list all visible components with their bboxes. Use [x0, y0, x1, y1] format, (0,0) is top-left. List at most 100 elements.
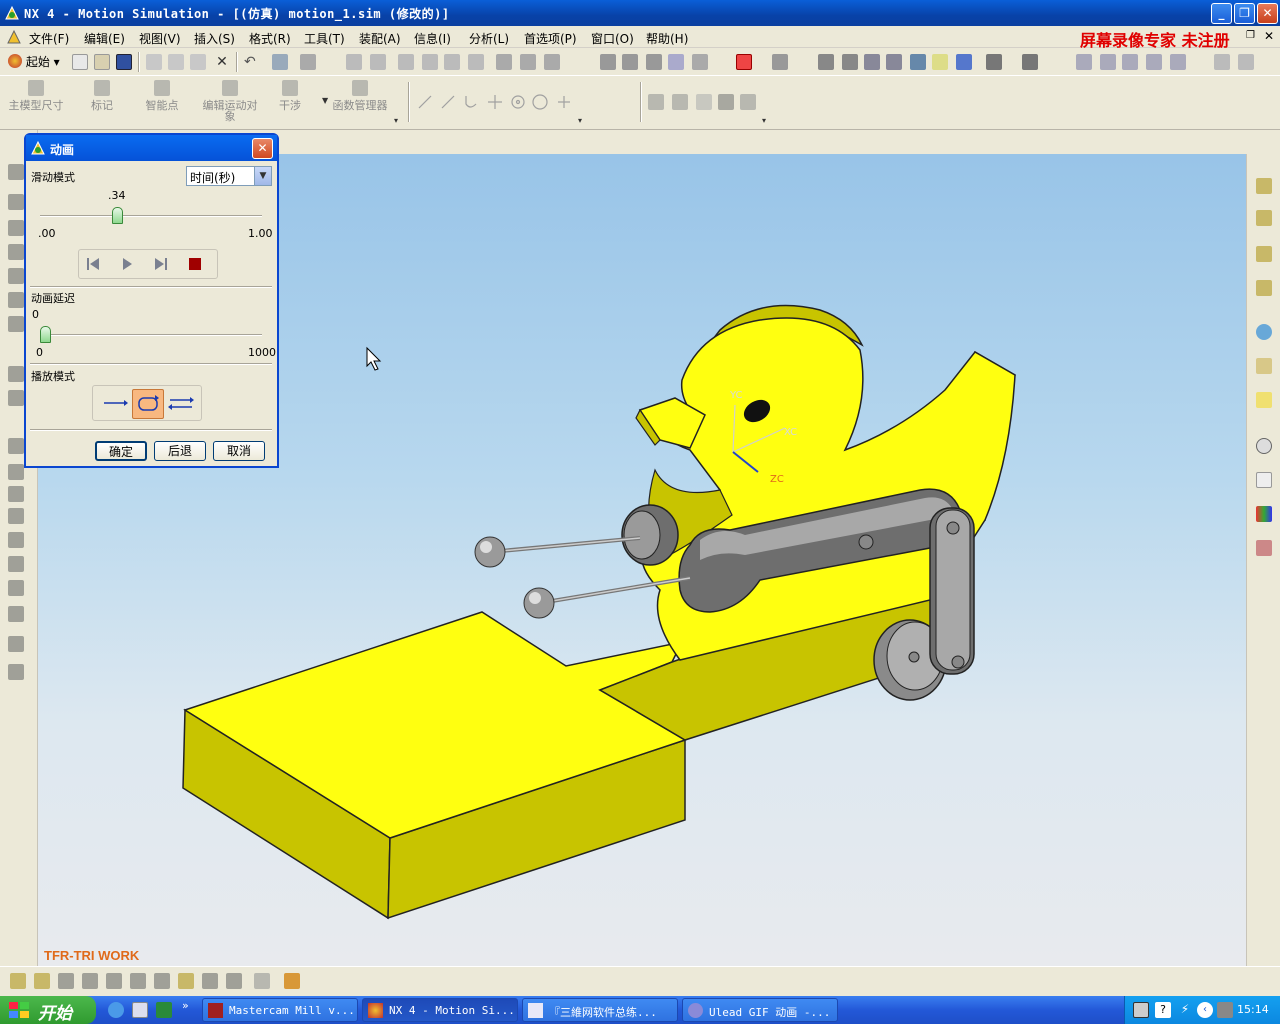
surface-tool-1-icon[interactable] [648, 94, 664, 110]
view-tool-6-icon[interactable] [772, 54, 788, 70]
doc-restore-icon[interactable]: ❐ [1246, 30, 1255, 41]
dialog-close-button[interactable]: ✕ [252, 138, 273, 159]
clock-icon[interactable] [1256, 438, 1272, 454]
render-style-icon[interactable] [986, 54, 1002, 70]
roles-icon[interactable] [1256, 540, 1272, 556]
motion-tool-4-icon[interactable] [422, 54, 438, 70]
curve-options-icon[interactable]: ▾ [578, 116, 582, 125]
time-slider-thumb[interactable] [111, 207, 123, 224]
bottom-tool-11-icon[interactable] [254, 973, 270, 989]
left-tool-16-icon[interactable] [8, 580, 24, 596]
display-mode-icon[interactable] [1022, 54, 1038, 70]
bottom-tool-7-icon[interactable] [154, 973, 170, 989]
assembly-navigator-icon[interactable] [1256, 178, 1272, 194]
play-once-button[interactable] [100, 389, 130, 417]
layer-tool-2-icon[interactable] [1238, 54, 1254, 70]
zoom-box-icon[interactable] [842, 54, 858, 70]
delete-icon[interactable]: ✕ [214, 54, 230, 70]
bottom-tool-2-icon[interactable] [34, 973, 50, 989]
bottom-tool-9-icon[interactable] [202, 973, 218, 989]
palette-icon[interactable] [1256, 506, 1272, 522]
left-tool-4-icon[interactable] [8, 244, 24, 260]
save-icon[interactable] [116, 54, 132, 70]
left-tool-14-icon[interactable] [8, 532, 24, 548]
cut-icon[interactable] [146, 54, 162, 70]
ie-icon[interactable] [108, 1002, 124, 1018]
left-tool-17-icon[interactable] [8, 606, 24, 622]
ping-pong-button[interactable] [166, 389, 196, 417]
left-tool-12-icon[interactable] [8, 486, 24, 502]
menu-tools[interactable]: 工具(T) [304, 30, 345, 47]
app-menu-icon[interactable] [6, 29, 22, 45]
menu-assembly[interactable]: 装配(A) [359, 30, 401, 47]
step-back-button[interactable] [80, 251, 106, 277]
left-tool-19-icon[interactable] [8, 664, 24, 680]
info-window-icon[interactable] [1256, 472, 1272, 488]
network-icon[interactable]: ⚡ [1177, 1002, 1193, 1018]
bottom-tool-10-icon[interactable] [226, 973, 242, 989]
bottom-tool-12-icon[interactable] [284, 973, 300, 989]
view-tool-3-icon[interactable] [646, 54, 662, 70]
restore-button[interactable]: ❐ [1234, 3, 1255, 24]
interference-button[interactable]: 干涉 [268, 100, 312, 111]
new-file-icon[interactable] [72, 54, 88, 70]
smart-point-button[interactable]: 智能点 [138, 100, 186, 111]
menu-view[interactable]: 视图(V) [139, 30, 181, 47]
menu-window[interactable]: 窗口(O) [591, 30, 634, 47]
cancel-button[interactable]: 取消 [213, 441, 265, 461]
left-tool-1-icon[interactable] [8, 164, 24, 180]
time-slider-track[interactable] [40, 215, 262, 217]
analysis-tool-3-icon[interactable] [1122, 54, 1138, 70]
pan-icon[interactable] [932, 54, 948, 70]
play-button[interactable] [114, 251, 140, 277]
menu-analysis[interactable]: 分析(L) [469, 30, 509, 47]
select-filter-icon[interactable] [300, 54, 316, 70]
keyboard-icon[interactable] [1133, 1002, 1149, 1018]
menu-format[interactable]: 格式(R) [249, 30, 291, 47]
ok-button[interactable]: 确定 [95, 441, 147, 461]
bottom-tool-3-icon[interactable] [58, 973, 74, 989]
motion-tool-1-icon[interactable] [346, 54, 362, 70]
left-tool-9-icon[interactable] [8, 390, 24, 406]
doc-close-icon[interactable]: ✕ [1264, 29, 1274, 43]
stop-button[interactable] [182, 251, 208, 277]
tray-expand-icon[interactable]: ‹ [1197, 1002, 1213, 1018]
toolbar-options-icon[interactable]: ▾ [394, 116, 398, 125]
motion-tool-2-icon[interactable] [370, 54, 386, 70]
left-tool-18-icon[interactable] [8, 636, 24, 652]
step-forward-button[interactable] [148, 251, 174, 277]
view-tool-5-icon[interactable] [692, 54, 708, 70]
slide-mode-select[interactable]: 时间(秒) ▼ [186, 166, 272, 186]
bottom-tool-6-icon[interactable] [130, 973, 146, 989]
excel-icon[interactable] [156, 1002, 172, 1018]
left-tool-7-icon[interactable] [8, 316, 24, 332]
task-ulead[interactable]: Ulead GIF 动画 -... [682, 998, 838, 1022]
motion-tool-6-icon[interactable] [468, 54, 484, 70]
undo-icon[interactable]: ↶ [244, 54, 260, 70]
bottom-tool-8-icon[interactable] [178, 973, 194, 989]
part-navigator-icon[interactable] [1256, 210, 1272, 226]
menu-preferences[interactable]: 首选项(P) [524, 30, 577, 47]
menu-help[interactable]: 帮助(H) [646, 30, 688, 47]
motion-tool-9-icon[interactable] [544, 54, 560, 70]
loop-button[interactable] [132, 389, 164, 419]
start-dropdown[interactable]: 起始 ▾ [8, 53, 68, 71]
rotate-icon[interactable] [910, 54, 926, 70]
close-button[interactable]: ✕ [1257, 3, 1278, 24]
view-tool-1-icon[interactable] [600, 54, 616, 70]
surface-options-icon[interactable]: ▾ [762, 116, 766, 125]
repeat-icon[interactable] [272, 54, 288, 70]
motion-tool-8-icon[interactable] [520, 54, 536, 70]
view-tool-4-icon[interactable] [668, 54, 684, 70]
orient-view-icon[interactable] [956, 54, 972, 70]
surface-tool-4-icon[interactable] [718, 94, 734, 110]
motion-tool-3-icon[interactable] [398, 54, 414, 70]
master-model-dim-button[interactable]: 主模型尺寸 [8, 100, 64, 111]
left-tool-11-icon[interactable] [8, 464, 24, 480]
left-tool-6-icon[interactable] [8, 292, 24, 308]
analysis-tool-2-icon[interactable] [1100, 54, 1116, 70]
surface-tool-5-icon[interactable] [740, 94, 756, 110]
left-tool-3-icon[interactable] [8, 220, 24, 236]
layer-tool-icon[interactable] [1214, 54, 1230, 70]
analysis-tool-1-icon[interactable] [1076, 54, 1092, 70]
